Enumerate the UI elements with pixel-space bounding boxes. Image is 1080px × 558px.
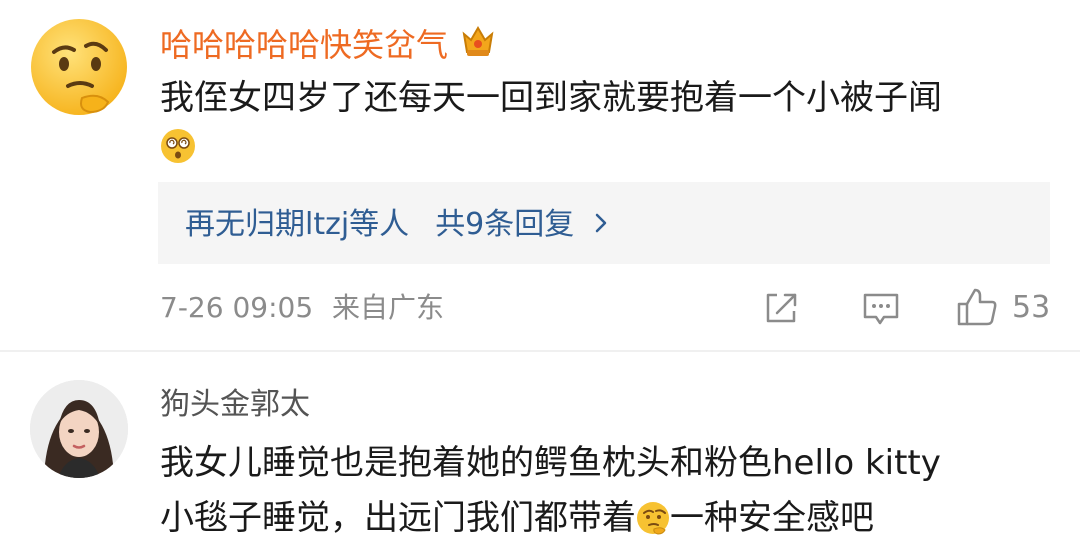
comment2-username[interactable]: 狗头金郭太 [160,385,310,425]
like-button[interactable] [956,287,998,331]
share-icon [766,293,797,323]
comment1-username-row[interactable]: 哈哈哈哈哈快笑岔气 [160,20,498,69]
user-avatar-photo[interactable] [30,380,128,478]
replies-link[interactable]: 再无归期ltzj等人 共9条回复 [185,205,610,245]
like-count: 53 [1012,290,1051,325]
comment1-meta: 7-26 09:05 来自广东 [160,288,444,328]
comment-button[interactable] [862,292,900,330]
comment2-text-line2: 小毯子睡觉，出远门我们都带着 一种安全感吧 [160,492,874,544]
comment1-text-line1: 我侄女四岁了还每天一回到家就要抱着一个小被子闻 [160,78,942,118]
comment1-timestamp: 7-26 09:05 [160,291,314,324]
comment1-location: 来自广东 [332,291,445,324]
replies-count[interactable]: 共9条回复 [435,205,574,245]
share-button[interactable] [763,291,801,329]
comment2-text-line2-after: 一种安全感吧 [670,498,874,538]
crown-badge-icon [458,20,498,69]
comment2-text-line2-before: 小毯子睡觉，出远门我们都带着 [160,498,636,538]
comment-divider [0,350,1080,352]
replies-users[interactable]: 再无归期ltzj等人 [185,205,409,245]
chevron-right-icon[interactable] [592,205,610,245]
thinking-face-emoji [636,498,670,535]
dizzy-face-emoji [160,128,196,168]
comment-icon [863,293,899,325]
user-avatar-emoji[interactable] [30,18,128,116]
thinking-face-icon [31,19,127,115]
thumbs-up-icon [957,288,997,326]
comment2-text-line1: 我女儿睡觉也是抱着她的鳄鱼枕头和粉色hello kitty [160,443,941,483]
comment1-username[interactable]: 哈哈哈哈哈快笑岔气 [160,25,448,65]
